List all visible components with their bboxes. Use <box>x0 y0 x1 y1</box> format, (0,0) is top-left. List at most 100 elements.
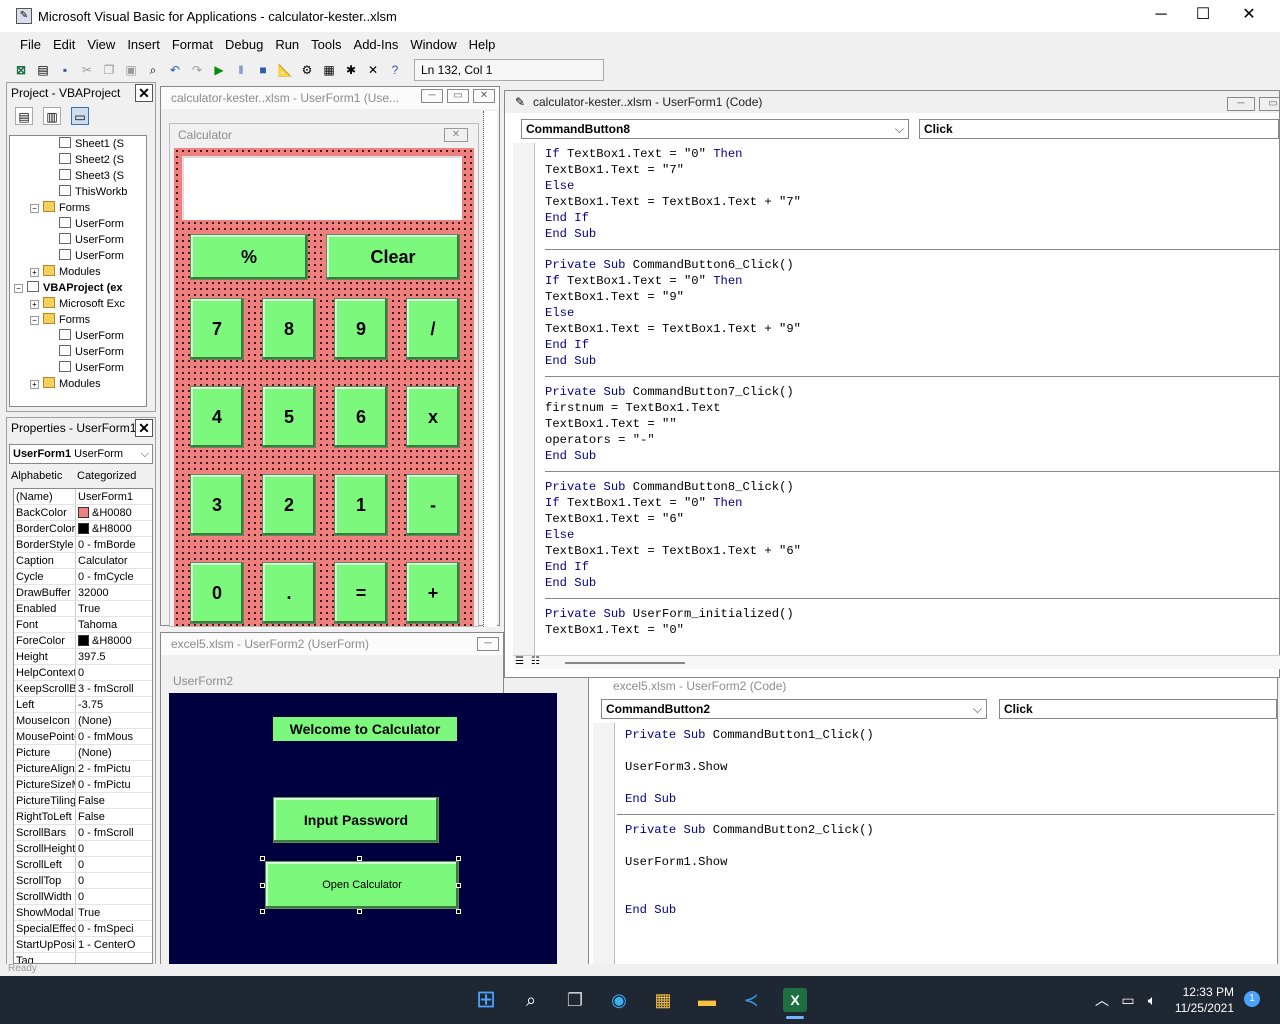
property-row[interactable]: BorderStyle 0 - fmBorde <box>14 537 152 553</box>
reset-icon[interactable]: ■ <box>254 61 272 79</box>
project-close-button[interactable]: ✕ <box>135 84 153 102</box>
property-value[interactable]: &H8000 <box>76 633 152 648</box>
tree-item[interactable]: UserForm <box>10 360 146 376</box>
paste-icon[interactable]: ▣ <box>122 61 140 79</box>
code2-editor[interactable]: Private Sub CommandButton1_Click() UserFo… <box>617 727 1275 918</box>
property-row[interactable]: Caption Calculator <box>14 553 152 569</box>
copy-icon[interactable]: ❐ <box>100 61 118 79</box>
code-line[interactable]: TextBox1.Text = "" <box>545 416 1280 432</box>
property-row[interactable]: ScrollWidth 0 <box>14 889 152 905</box>
property-row[interactable]: DrawBuffer 32000 <box>14 585 152 601</box>
full-module-view-icon[interactable]: ☷ <box>531 656 540 667</box>
calc-button[interactable]: = <box>334 562 388 624</box>
tree-item[interactable]: Sheet1 (S <box>10 136 146 152</box>
selection-handle[interactable] <box>260 856 265 861</box>
horizontal-scrollbar[interactable] <box>565 662 685 664</box>
object-selector[interactable]: UserForm1 UserForm ⌵ <box>9 444 153 464</box>
notification-badge[interactable]: 1 <box>1244 991 1260 1007</box>
task-view-icon[interactable]: ❐ <box>563 988 587 1012</box>
code-line[interactable] <box>625 870 1275 886</box>
property-row[interactable]: (Name) UserForm1 <box>14 489 152 505</box>
clock[interactable]: 12:33 PM 11/25/2021 <box>1168 984 1234 1016</box>
property-value[interactable]: 0 - fmScroll <box>76 825 152 840</box>
property-row[interactable]: Height 397.5 <box>14 649 152 665</box>
code-line[interactable]: Private Sub UserForm_initialized() <box>545 606 1280 622</box>
code1-editor[interactable]: If TextBox1.Text = "0" Then TextBox1.Text… <box>545 146 1280 651</box>
tree-item[interactable]: ThisWorkb <box>10 184 146 200</box>
designer2-minimize[interactable]: ─ <box>477 637 499 651</box>
close-button[interactable]: ✕ <box>1226 0 1272 32</box>
code-line[interactable]: Private Sub CommandButton2_Click() <box>625 822 1275 838</box>
tree-item[interactable]: − Forms <box>10 200 146 216</box>
code-line[interactable]: TextBox1.Text = "7" <box>545 162 1280 178</box>
property-row[interactable]: HelpContextI 0 <box>14 665 152 681</box>
property-row[interactable]: Cycle 0 - fmCycle <box>14 569 152 585</box>
windows-start-icon[interactable]: ⊞ <box>474 988 498 1012</box>
volume-icon[interactable]: 🔈︎ <box>1140 988 1164 1012</box>
tree-item[interactable]: + Modules <box>10 264 146 280</box>
code-line[interactable]: TextBox1.Text = "0" <box>545 622 1280 638</box>
property-row[interactable]: ScrollBars 0 - fmScroll <box>14 825 152 841</box>
tree-item[interactable]: Sheet2 (S <box>10 152 146 168</box>
code2-object-combo[interactable]: CommandButton2 ⌵ <box>601 699 987 719</box>
designer-minimize[interactable]: ─ <box>421 89 443 103</box>
property-row[interactable]: PictureSizeM 0 - fmPictu <box>14 777 152 793</box>
property-value[interactable]: 0 <box>76 857 152 872</box>
search-icon[interactable]: ⌕ <box>519 988 543 1012</box>
file-explorer-icon[interactable]: ▬ <box>695 988 719 1012</box>
designer-close[interactable]: ✕ <box>473 89 495 103</box>
property-row[interactable]: ShowModal True <box>14 905 152 921</box>
design-mode-icon[interactable]: 📐 <box>276 61 294 79</box>
property-value[interactable]: Tahoma <box>76 617 152 632</box>
properties-close-button[interactable]: ✕ <box>135 419 153 437</box>
code-line[interactable]: End Sub <box>625 791 1275 807</box>
property-value[interactable]: Calculator <box>76 553 152 568</box>
code-line[interactable]: End Sub <box>545 226 1280 242</box>
edge-icon[interactable]: ◉ <box>607 988 631 1012</box>
input-password-button[interactable]: Input Password <box>273 797 439 843</box>
menu-addins[interactable]: Add-Ins <box>354 37 399 52</box>
code-line[interactable] <box>625 743 1275 759</box>
tree-item[interactable]: − VBAProject (ex <box>10 280 146 296</box>
calc-button[interactable]: - <box>406 474 460 536</box>
property-value[interactable]: False <box>76 809 152 824</box>
properties-window-icon[interactable]: ▦ <box>320 61 338 79</box>
code-line[interactable]: TextBox1.Text = TextBox1.Text + "6" <box>545 543 1280 559</box>
property-row[interactable]: ForeColor &H8000 <box>14 633 152 649</box>
code-line[interactable]: End If <box>545 210 1280 226</box>
property-row[interactable]: Picture (None) <box>14 745 152 761</box>
code-line[interactable]: End Sub <box>625 902 1275 918</box>
property-value[interactable]: (None) <box>76 713 152 728</box>
property-value[interactable]: 0 <box>76 841 152 856</box>
menu-run[interactable]: Run <box>275 37 299 52</box>
calc-button[interactable]: x <box>406 386 460 448</box>
menu-tools[interactable]: Tools <box>311 37 341 52</box>
code1-restore[interactable]: ▭ <box>1259 97 1280 111</box>
object-browser-icon[interactable]: ✱ <box>342 61 360 79</box>
property-value[interactable]: 0 <box>76 873 152 888</box>
menu-window[interactable]: Window <box>410 37 456 52</box>
code-line[interactable]: If TextBox1.Text = "0" Then <box>545 495 1280 511</box>
tab-categorized[interactable]: Categorized <box>77 470 136 482</box>
selection-handle[interactable] <box>260 909 265 914</box>
property-row[interactable]: KeepScrollBa 3 - fmScroll <box>14 681 152 697</box>
network-icon[interactable]: ▭ <box>1116 988 1140 1012</box>
calc-button[interactable]: Clear <box>326 234 460 280</box>
property-value[interactable]: 0 <box>76 889 152 904</box>
calc-button[interactable]: 4 <box>190 386 244 448</box>
property-value[interactable]: 0 - fmCycle <box>76 569 152 584</box>
property-value[interactable]: False <box>76 793 152 808</box>
expand-toggle-icon[interactable]: + <box>30 268 39 277</box>
vscode-icon[interactable]: ≺ <box>739 988 763 1012</box>
property-row[interactable]: PictureTiling False <box>14 793 152 809</box>
tree-item[interactable]: UserForm <box>10 344 146 360</box>
minimize-button[interactable]: ─ <box>1138 0 1184 32</box>
code-line[interactable]: End If <box>545 337 1280 353</box>
selection-handle[interactable] <box>456 883 461 888</box>
property-row[interactable]: Enabled True <box>14 601 152 617</box>
expand-toggle-icon[interactable]: + <box>30 300 39 309</box>
tree-item[interactable]: UserForm <box>10 216 146 232</box>
calc-button[interactable]: 1 <box>334 474 388 536</box>
code-line[interactable]: operators = "-" <box>545 432 1280 448</box>
property-value[interactable]: 32000 <box>76 585 152 600</box>
